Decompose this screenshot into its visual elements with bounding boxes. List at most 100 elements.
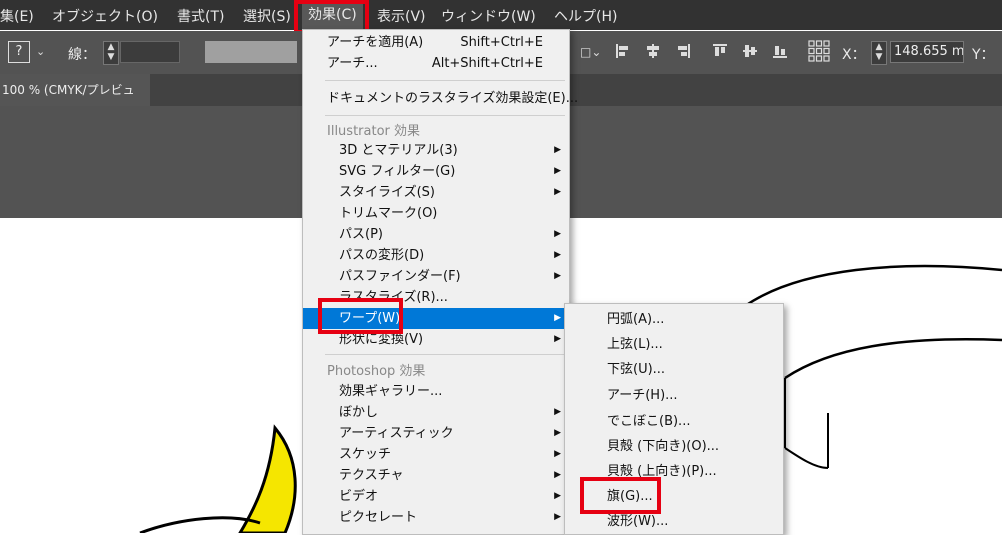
menu-item-label: パスファインダー(F) [339,269,461,284]
menu-separator [325,115,565,116]
menu-item-warp-bulge[interactable]: でこぼこ(B)... [565,411,783,432]
submenu-arrow-icon: ▶ [554,491,561,501]
menu-item-warp-shell-lower[interactable]: 貝殻 (下向き)(O)... [565,436,783,457]
question-icon[interactable]: ? [8,41,30,63]
menu-bar: 集(E) オブジェクト(O) 書式(T) 選択(S) 効果(C) 表示(V) ウ… [0,0,1002,30]
menu-item-label: 波形(W)... [607,514,669,529]
menu-item-label: でこぼこ(B)... [607,414,691,429]
menu-item-label: アーチ... [327,56,378,71]
menu-item-warp-arc-lower[interactable]: 上弦(L)... [565,334,783,355]
menu-item-warp-shell-upper[interactable]: 貝殻 (上向き)(P)... [565,461,783,482]
align-left-icon[interactable] [615,43,631,59]
x-input[interactable]: 148.655 m [890,41,964,63]
menu-item-blur[interactable]: ぼかし ▶ [303,402,569,423]
menu-item-warp-flag[interactable]: 旗(G)... [565,486,783,507]
menu-item-apply-last-effect[interactable]: アーチを適用(A) Shift+Ctrl+E [303,32,569,53]
menu-item-label: 3D とマテリアル(3) [339,143,458,158]
submenu-arrow-icon: ▶ [554,187,561,197]
menu-item-label: SVG フィルター(G) [339,164,456,179]
menu-item-label: ドキュメントのラスタライズ効果設定(E)... [327,91,579,106]
menu-item-label: 下弦(U)... [607,362,666,377]
menu-window[interactable]: ウィンドウ(W) [441,6,536,26]
menu-item-warp-arc[interactable]: 円弧(A)... [565,309,783,330]
menu-item-video[interactable]: ビデオ ▶ [303,486,569,507]
submenu-arrow-icon: ▶ [554,334,561,344]
effect-menu: アーチを適用(A) Shift+Ctrl+E アーチ... Alt+Shift+… [302,29,578,535]
menu-item-stylize[interactable]: スタイライズ(S) ▶ [303,182,569,203]
submenu-arrow-icon: ▶ [554,145,561,155]
menu-help[interactable]: ヘルプ(H) [554,6,617,26]
menu-item-rasterize[interactable]: ラスタライズ(R)... [303,287,569,308]
menu-item-sketch[interactable]: スケッチ ▶ [303,444,569,465]
menu-item-label: 旗(G)... [607,489,653,504]
menu-separator [325,354,565,355]
menu-item-distort-transform[interactable]: パスの変形(D) ▶ [303,245,569,266]
menu-type[interactable]: 書式(T) [177,6,224,26]
submenu-arrow-icon: ▶ [554,313,561,323]
menu-item-label: スタイライズ(S) [339,185,436,200]
submenu-arrow-icon: ▶ [554,407,561,417]
menu-item-label: 円弧(A)... [607,312,665,327]
align-middle-icon[interactable] [742,43,758,59]
menu-item-raster-settings[interactable]: ドキュメントのラスタライズ効果設定(E)... [303,88,578,109]
menu-item-pathfinder[interactable]: パスファインダー(F) ▶ [303,266,569,287]
menu-item-warp[interactable]: ワープ(W) ▶ [303,308,569,329]
transform-reference-icon[interactable] [808,40,830,62]
x-label: X： [842,47,866,63]
document-tab[interactable]: 100 % (CMYK/プレビュー) [0,74,150,129]
arch-side-strokes [784,378,829,468]
menu-item-warp-wave[interactable]: 波形(W)... [565,511,783,532]
menu-item-convert-to-shape[interactable]: 形状に変換(V) ▶ [303,329,569,350]
menu-item-trim-marks[interactable]: トリムマーク(O) [303,203,569,224]
align-right-icon[interactable] [675,43,691,59]
menu-item-pixelate[interactable]: ピクセレート ▶ [303,507,569,528]
shortcut-label: Shift+Ctrl+E [460,35,543,50]
menu-select[interactable]: 選択(S) [243,6,291,26]
arch-inner-stroke [784,338,1002,380]
arch-outer-stroke [744,264,1002,308]
x-spinner[interactable]: ▲ ▼ [871,41,887,65]
submenu-arrow-icon: ▶ [554,271,561,281]
menu-separator [325,80,565,81]
chevron-down-icon[interactable]: ⌄ [36,45,45,58]
warp-submenu: 円弧(A)... 上弦(L)... 下弦(U)... アーチ(H)... でこぼ… [564,303,784,535]
align-top-icon[interactable] [712,43,728,59]
photoshop-effects-header: Photoshop 効果 [327,364,426,379]
menu-item-artistic[interactable]: アーティスティック ▶ [303,423,569,444]
menu-object[interactable]: オブジェクト(O) [52,6,158,26]
menu-item-effect-gallery[interactable]: 効果ギャラリー... [303,381,569,402]
menu-item-label: アーティスティック [339,426,454,441]
menu-item-label: アーチを適用(A) [327,35,424,50]
menu-item-last-effect[interactable]: アーチ... Alt+Shift+Ctrl+E [303,53,569,74]
stroke-spinner[interactable]: ▲ ▼ [103,41,119,65]
submenu-arrow-icon: ▶ [554,449,561,459]
shortcut-label: Alt+Shift+Ctrl+E [431,56,543,71]
menu-edit[interactable]: 集(E) [0,6,34,26]
menu-item-3d-materials[interactable]: 3D とマテリアル(3) ▶ [303,140,569,161]
align-center-icon[interactable] [645,43,661,59]
menu-item-label: トリムマーク(O) [339,206,438,221]
menu-item-label: パス(P) [339,227,383,242]
menu-item-path[interactable]: パス(P) ▶ [303,224,569,245]
menu-item-warp-arch[interactable]: アーチ(H)... [565,385,783,406]
menu-item-svg-filters[interactable]: SVG フィルター(G) ▶ [303,161,569,182]
illustrator-effects-header: Illustrator 効果 [327,124,421,139]
menu-effect[interactable]: 効果(C) [302,0,363,30]
menu-item-texture[interactable]: テクスチャ ▶ [303,465,569,486]
stroke-weight-input[interactable] [120,41,180,63]
menu-item-label: ビデオ [339,489,379,504]
align-bottom-icon[interactable] [772,43,788,59]
menu-item-label: アーチ(H)... [607,388,678,403]
submenu-arrow-icon: ▶ [554,512,561,522]
stroke-style-field[interactable] [205,41,297,63]
submenu-arrow-icon: ▶ [554,229,561,239]
menu-item-label: 形状に変換(V) [339,332,424,347]
menu-item-warp-arc-upper[interactable]: 下弦(U)... [565,359,783,380]
yellow-shape [238,424,297,533]
menu-item-label: ピクセレート [339,510,418,525]
menu-item-label: 上弦(L)... [607,337,663,352]
menu-view[interactable]: 表示(V) [377,6,426,26]
menu-item-label: 貝殻 (上向き)(P)... [607,464,717,479]
arch-bottom-stroke [784,447,829,469]
doc-dropdown-icon[interactable]: □⌄ [580,45,601,59]
